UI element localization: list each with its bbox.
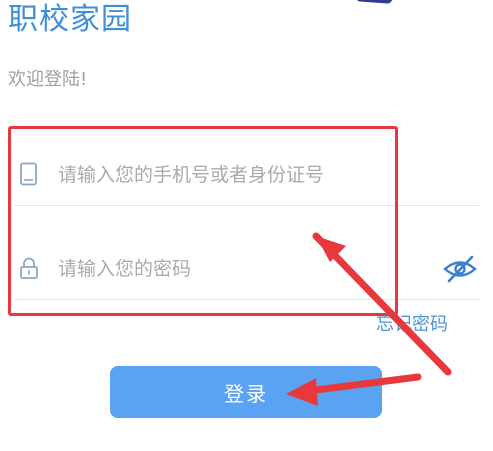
input-highlight-box [8,126,398,316]
forgot-password-link[interactable]: 忘记密码 [376,313,448,337]
welcome-text: 欢迎登陆! [8,69,88,90]
login-button[interactable]: 登录 [110,366,382,418]
eye-off-icon[interactable] [443,254,477,284]
app-logo [357,0,393,4]
login-page: 职校家园 欢迎登陆! 忘记密码 登录 [0,0,493,451]
app-title: 职校家园 [8,2,132,37]
